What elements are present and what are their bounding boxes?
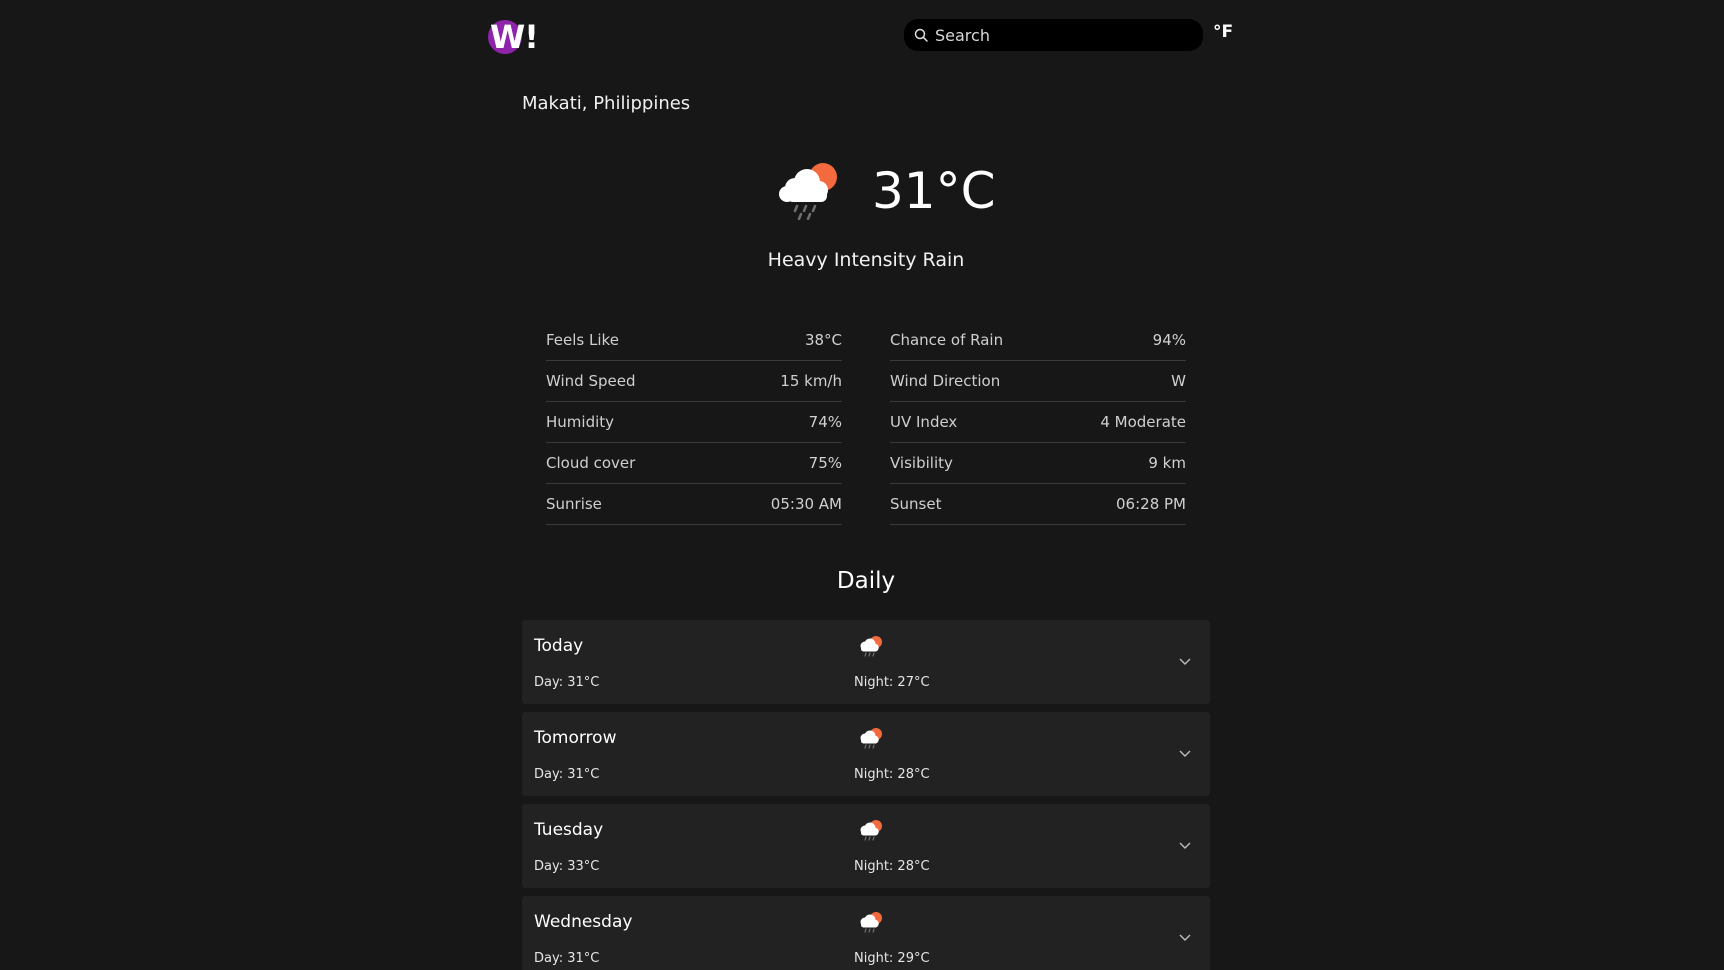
day-temperature: Day: 33°C bbox=[534, 859, 600, 874]
daily-forecast-list: Today Day: 31°C Night: 27°C Tomorrow Day… bbox=[522, 620, 1210, 970]
detail-value: W bbox=[1171, 372, 1186, 390]
rain-cloud-sun-icon bbox=[860, 636, 882, 657]
night-temperature: Night: 29°C bbox=[854, 951, 930, 966]
daily-section-title: Daily bbox=[836, 568, 896, 594]
detail-value: 74% bbox=[808, 413, 842, 431]
weather-details: Feels Like 38°C Wind Speed 15 km/h Humid… bbox=[546, 320, 1186, 525]
location-name: Makati, Philippines bbox=[522, 93, 691, 114]
app-logo[interactable]: W! bbox=[488, 18, 542, 56]
daily-forecast-item-wednesday[interactable]: Wednesday Day: 31°C Night: 29°C bbox=[522, 896, 1210, 970]
unit-toggle-button[interactable]: °F bbox=[1213, 22, 1233, 42]
detail-cloud-cover: Cloud cover 75% bbox=[546, 443, 842, 484]
detail-label: Wind Direction bbox=[890, 372, 1001, 390]
detail-humidity: Humidity 74% bbox=[546, 402, 842, 443]
daily-forecast-item-today[interactable]: Today Day: 31°C Night: 27°C bbox=[522, 620, 1210, 704]
detail-value: 9 km bbox=[1148, 454, 1186, 472]
night-temperature: Night: 28°C bbox=[854, 767, 930, 782]
detail-label: Sunset bbox=[890, 495, 942, 513]
details-left-column: Feels Like 38°C Wind Speed 15 km/h Humid… bbox=[546, 320, 842, 525]
weather-app: W! °F Makati, Philippines 31°C Heavy Int… bbox=[0, 0, 1724, 970]
search-box[interactable] bbox=[904, 19, 1203, 51]
daily-forecast-item-tomorrow[interactable]: Tomorrow Day: 31°C Night: 28°C bbox=[522, 712, 1210, 796]
current-temperature: 31°C bbox=[872, 162, 996, 220]
detail-label: Humidity bbox=[546, 413, 615, 431]
detail-label: Cloud cover bbox=[546, 454, 636, 472]
search-icon bbox=[914, 28, 928, 42]
night-temperature: Night: 28°C bbox=[854, 859, 930, 874]
rain-cloud-sun-icon bbox=[860, 820, 882, 841]
detail-label: Sunrise bbox=[546, 495, 602, 513]
detail-value: 94% bbox=[1152, 331, 1186, 349]
detail-value: 06:28 PM bbox=[1116, 495, 1186, 513]
detail-visibility: Visibility 9 km bbox=[890, 443, 1186, 484]
detail-value: 15 km/h bbox=[780, 372, 842, 390]
day-name: Tomorrow bbox=[534, 728, 617, 748]
day-name: Today bbox=[534, 636, 584, 656]
chevron-down-icon[interactable] bbox=[1178, 656, 1192, 666]
rain-cloud-sun-icon bbox=[860, 912, 882, 933]
detail-wind-speed: Wind Speed 15 km/h bbox=[546, 361, 842, 402]
detail-sunrise: Sunrise 05:30 AM bbox=[546, 484, 842, 525]
detail-value: 05:30 AM bbox=[770, 495, 842, 513]
day-temperature: Day: 31°C bbox=[534, 951, 600, 966]
day-temperature: Day: 31°C bbox=[534, 767, 600, 782]
detail-feels-like: Feels Like 38°C bbox=[546, 320, 842, 361]
detail-label: UV Index bbox=[890, 413, 958, 431]
detail-chance-of-rain: Chance of Rain 94% bbox=[890, 320, 1186, 361]
daily-forecast-item-tuesday[interactable]: Tuesday Day: 33°C Night: 28°C bbox=[522, 804, 1210, 888]
weather-condition: Heavy Intensity Rain bbox=[767, 249, 965, 271]
detail-value: 4 Moderate bbox=[1100, 413, 1186, 431]
chevron-down-icon[interactable] bbox=[1178, 932, 1192, 942]
night-temperature: Night: 27°C bbox=[854, 675, 930, 690]
day-name: Wednesday bbox=[534, 912, 633, 932]
day-name: Tuesday bbox=[534, 820, 604, 840]
rain-cloud-sun-icon bbox=[779, 163, 837, 220]
day-temperature: Day: 31°C bbox=[534, 675, 600, 690]
detail-label: Feels Like bbox=[546, 331, 619, 349]
rain-cloud-sun-icon bbox=[860, 728, 882, 749]
detail-value: 38°C bbox=[804, 331, 842, 349]
details-right-column: Chance of Rain 94% Wind Direction W UV I… bbox=[890, 320, 1186, 525]
detail-label: Visibility bbox=[890, 454, 953, 472]
chevron-down-icon[interactable] bbox=[1178, 840, 1192, 850]
search-input[interactable] bbox=[935, 25, 1185, 45]
detail-label: Wind Speed bbox=[546, 372, 636, 390]
detail-wind-direction: Wind Direction W bbox=[890, 361, 1186, 402]
detail-uv-index: UV Index 4 Moderate bbox=[890, 402, 1186, 443]
logo-text: W! bbox=[490, 18, 539, 56]
detail-sunset: Sunset 06:28 PM bbox=[890, 484, 1186, 525]
chevron-down-icon[interactable] bbox=[1178, 748, 1192, 758]
detail-label: Chance of Rain bbox=[890, 331, 1004, 349]
detail-value: 75% bbox=[808, 454, 842, 472]
